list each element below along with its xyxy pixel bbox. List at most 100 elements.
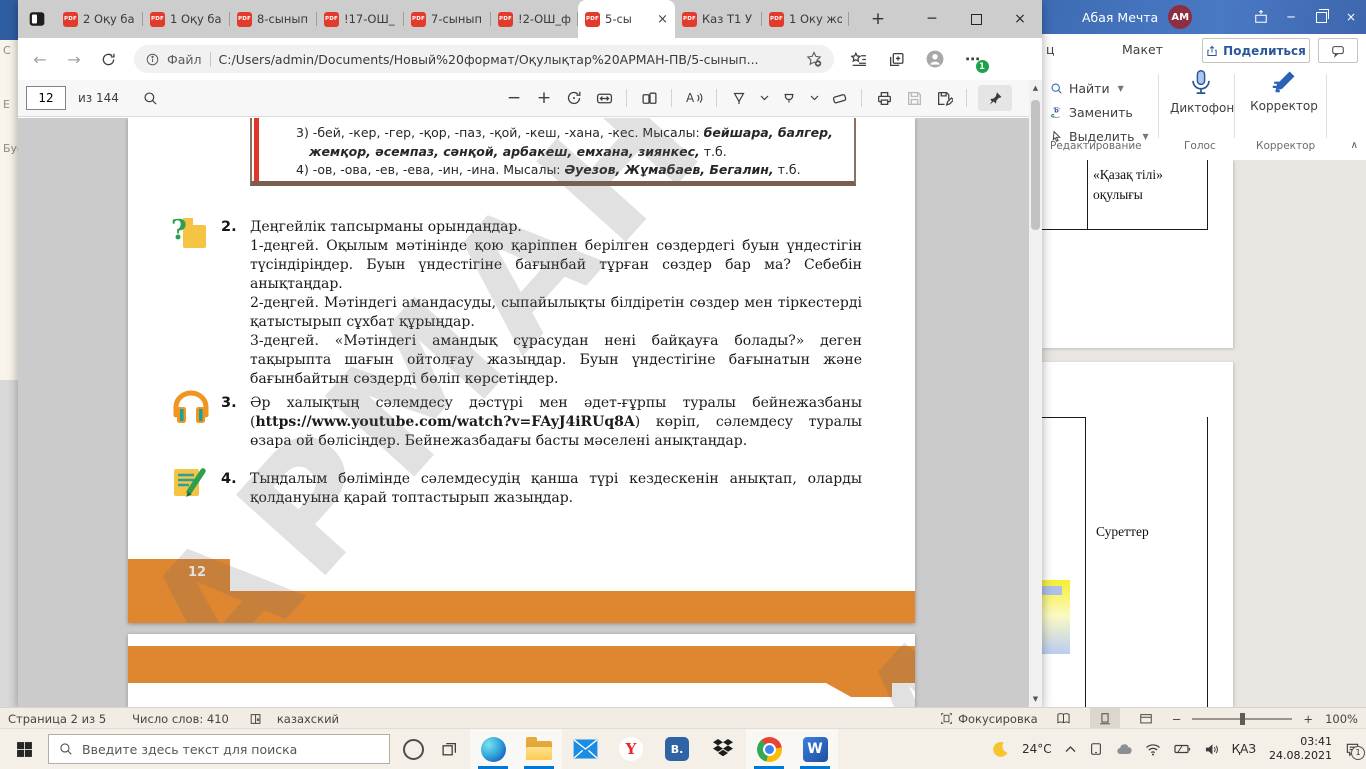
ribbon-display-options-icon[interactable] <box>1246 0 1276 34</box>
browser-tab[interactable]: PDF 7-сынып <box>404 0 491 38</box>
focus-mode-label: Фокусировка <box>958 711 1038 726</box>
temperature-label[interactable]: 24°C <box>1022 742 1052 756</box>
print-layout-icon[interactable] <box>1089 708 1120 729</box>
collapse-ribbon-icon[interactable]: ∧ <box>1351 140 1358 151</box>
taskbar-app-edge[interactable] <box>470 729 516 769</box>
taskbar-app-word[interactable]: W <box>792 729 838 769</box>
page-number-input[interactable] <box>26 86 66 110</box>
fit-to-width-icon[interactable] <box>593 85 615 111</box>
word-account-name[interactable]: Абая Мечта <box>1082 10 1158 25</box>
browser-tab[interactable]: PDF 8-сынып <box>230 0 317 38</box>
read-mode-icon[interactable] <box>1049 708 1079 729</box>
zoom-percent[interactable]: 100% <box>1324 712 1358 726</box>
url-field[interactable]: Файл C:/Users/admin/Documents/Новый%20фо… <box>134 45 834 73</box>
page-info[interactable]: Страница 2 из 5 <box>8 712 106 726</box>
action-center-icon[interactable]: 1 <box>1345 742 1365 760</box>
taskbar-app-yandex[interactable]: Y <box>608 729 654 769</box>
wifi-icon[interactable] <box>1145 743 1161 756</box>
minimize-icon[interactable]: ─ <box>910 0 954 38</box>
table-cell[interactable]: «Қазақ тілі» оқулығы <box>1093 165 1203 206</box>
share-button[interactable]: Поделиться <box>1202 38 1310 63</box>
battery-icon[interactable] <box>1173 743 1191 755</box>
zoom-slider-handle[interactable] <box>1240 712 1246 725</box>
save-as-icon[interactable] <box>933 85 955 111</box>
web-layout-icon[interactable] <box>1131 708 1161 729</box>
onedrive-cloud-icon[interactable] <box>1116 743 1132 755</box>
find-button[interactable]: Найти ▼ <box>1050 78 1124 98</box>
back-icon[interactable]: ← <box>26 45 54 73</box>
ribbon-tab-layout[interactable]: Макет <box>1122 42 1163 57</box>
scroll-down-icon[interactable]: ▼ <box>1033 691 1038 707</box>
account-avatar[interactable]: АМ <box>1168 5 1193 29</box>
tab-close-icon[interactable]: × <box>657 13 668 26</box>
corrector-button[interactable]: Корректор <box>1246 68 1322 113</box>
draw-pen-chevron-icon[interactable] <box>758 85 770 111</box>
browser-tab[interactable]: PDF 5-сы × <box>578 0 675 38</box>
close-icon[interactable]: × <box>1336 0 1366 34</box>
replace-button[interactable]: bc Заменить <box>1050 102 1133 122</box>
forward-icon[interactable]: → <box>60 45 88 73</box>
rotate-icon[interactable] <box>563 85 585 111</box>
minimize-icon[interactable]: ─ <box>1276 0 1306 34</box>
dictate-button[interactable]: Диктофон <box>1170 68 1234 115</box>
settings-menu-icon[interactable]: ⋯ 1 <box>965 50 989 73</box>
highlighter-chevron-icon[interactable] <box>808 85 820 111</box>
new-tab-icon[interactable]: + <box>866 7 890 31</box>
comments-button[interactable] <box>1318 38 1358 63</box>
page-view-icon[interactable] <box>638 85 660 111</box>
zoom-out-icon[interactable]: − <box>1172 712 1182 726</box>
pin-toolbar-icon[interactable] <box>978 85 1012 111</box>
read-aloud-icon[interactable]: A <box>683 85 705 111</box>
zoom-slider[interactable] <box>1192 712 1293 725</box>
refresh-icon[interactable] <box>94 45 122 73</box>
zoom-out-icon[interactable]: − <box>503 85 525 111</box>
clock[interactable]: 03:41 24.08.2021 <box>1269 735 1332 763</box>
taskbar-app-explorer[interactable] <box>516 729 562 769</box>
keyboard-language[interactable]: ҚАЗ <box>1232 742 1256 756</box>
device-icon[interactable] <box>1089 742 1103 756</box>
taskbar-app-dropbox[interactable] <box>700 729 746 769</box>
profile-avatar-icon[interactable] <box>926 50 944 68</box>
scroll-thumb[interactable] <box>1031 100 1040 230</box>
print-icon[interactable] <box>873 85 895 111</box>
browser-tab[interactable]: PDF 2 Оқу ба <box>56 0 143 38</box>
volume-icon[interactable] <box>1204 743 1219 756</box>
collections-icon[interactable] <box>888 51 905 68</box>
taskbar-search[interactable]: Введите здесь текст для поиска <box>48 734 390 764</box>
browser-tab[interactable]: PDF Каз Т1 У <box>675 0 762 38</box>
restore-icon[interactable] <box>1306 0 1336 34</box>
taskbar-app-chrome[interactable] <box>746 729 792 769</box>
hidden-icons-chevron[interactable] <box>1065 745 1076 753</box>
maximize-icon[interactable] <box>954 0 998 38</box>
language-indicator[interactable]: казахский <box>277 712 339 726</box>
focus-mode-icon[interactable]: Фокусировка <box>940 712 1038 726</box>
highlighter-icon[interactable] <box>778 85 800 111</box>
cortana-icon[interactable] <box>403 738 424 760</box>
scroll-up-icon[interactable]: ▲ <box>1033 80 1038 96</box>
vertical-tabs-icon[interactable] <box>28 10 46 28</box>
browser-tab[interactable]: PDF !2-ОШ_ф <box>491 0 578 38</box>
browser-tab[interactable]: PDF !17-ОШ_ <box>317 0 404 38</box>
vk-icon: B. <box>665 737 689 761</box>
pdf-search-icon[interactable] <box>143 91 158 106</box>
favorites-icon[interactable] <box>850 51 867 68</box>
close-icon[interactable]: × <box>998 0 1042 38</box>
ribbon-tab-partial[interactable]: ц <box>1046 42 1055 57</box>
night-mode-icon[interactable] <box>992 741 1009 758</box>
zoom-in-icon[interactable]: + <box>533 85 555 111</box>
zoom-in-icon[interactable]: + <box>1303 712 1313 726</box>
eraser-icon[interactable] <box>828 85 850 111</box>
taskbar-app-vk[interactable]: B. <box>654 729 700 769</box>
start-button[interactable] <box>0 729 48 769</box>
browser-tab[interactable]: PDF 1 Оқу ба <box>143 0 230 38</box>
image-thumbnail[interactable] <box>1042 580 1070 654</box>
draw-pen-icon[interactable] <box>728 85 750 111</box>
add-favorite-icon[interactable] <box>806 51 822 67</box>
proofing-icon[interactable] <box>249 712 263 726</box>
scrollbar[interactable]: ▲ ▼ <box>1029 80 1042 707</box>
taskbar-app-mail[interactable] <box>562 729 608 769</box>
word-count[interactable]: Число слов: 410 <box>132 712 229 726</box>
table-cell[interactable]: Суреттер <box>1096 522 1204 542</box>
task-view-icon[interactable] <box>441 741 458 758</box>
browser-tab[interactable]: PDF 1 Оку жо <box>762 0 849 38</box>
